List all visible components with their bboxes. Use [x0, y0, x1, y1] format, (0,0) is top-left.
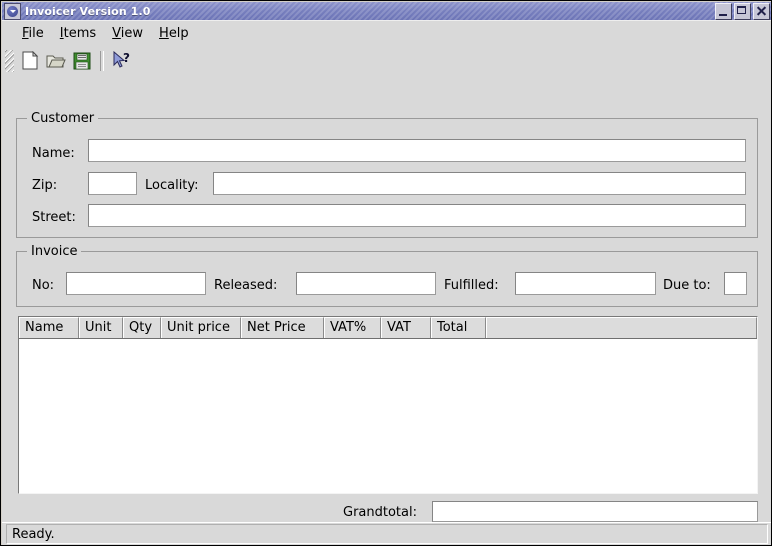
- grandtotal-label: Grandtotal:: [343, 505, 417, 520]
- menu-item-file[interactable]: File: [14, 24, 52, 43]
- column-header-vat[interactable]: VAT: [381, 317, 431, 338]
- toolbar-separator: [100, 50, 104, 71]
- window-controls: [715, 2, 770, 20]
- invoice-no-label: No:: [32, 278, 55, 293]
- column-header-name[interactable]: Name: [19, 317, 79, 338]
- menu-item-view[interactable]: View: [104, 24, 151, 43]
- save-icon: [73, 52, 91, 69]
- customer-group-title: Customer: [27, 111, 99, 126]
- client-area: File Items View Help ? Customer Name: Zi…: [2, 20, 771, 545]
- items-table-header: Name Unit Qty Unit price Net Price VAT% …: [19, 317, 757, 339]
- minimize-button[interactable]: [715, 2, 732, 20]
- invoice-fulfilled-input[interactable]: [515, 272, 656, 295]
- column-header-vat-percent[interactable]: VAT%: [324, 317, 381, 338]
- column-header-qty[interactable]: Qty: [123, 317, 161, 338]
- window-menu-button[interactable]: [4, 2, 21, 20]
- toolbar-drag-handle[interactable]: [5, 49, 14, 72]
- invoice-group-title: Invoice: [27, 244, 82, 259]
- status-bar-frame: [6, 524, 768, 544]
- whats-this-help-button[interactable]: ?: [109, 48, 135, 73]
- invoice-fulfilled-label: Fulfilled:: [444, 278, 499, 293]
- customer-name-input[interactable]: [88, 139, 746, 162]
- customer-name-label: Name:: [32, 146, 75, 161]
- status-message: Ready.: [12, 527, 55, 542]
- chevron-down-icon: [7, 5, 18, 17]
- title-bar[interactable]: Invoicer Version 1.0: [2, 2, 771, 20]
- customer-zip-input[interactable]: [88, 172, 137, 195]
- grandtotal-input[interactable]: [432, 501, 758, 522]
- window-title: Invoicer Version 1.0: [25, 4, 151, 18]
- close-button[interactable]: [753, 2, 770, 20]
- column-header-total[interactable]: Total: [431, 317, 486, 338]
- open-folder-icon: [46, 55, 66, 67]
- invoice-released-input[interactable]: [296, 272, 436, 295]
- maximize-button[interactable]: [734, 2, 751, 20]
- invoice-dueto-input[interactable]: [724, 272, 747, 295]
- invoice-dueto-label: Due to:: [663, 278, 711, 293]
- invoice-no-input[interactable]: [66, 272, 206, 295]
- tool-bar: ?: [2, 46, 771, 75]
- column-header-net-price[interactable]: Net Price: [241, 317, 324, 338]
- open-folder-button[interactable]: [43, 48, 69, 73]
- menu-bar: File Items View Help: [2, 21, 771, 46]
- svg-text:?: ?: [123, 51, 130, 65]
- save-button[interactable]: [69, 48, 95, 73]
- menu-item-help[interactable]: Help: [151, 24, 197, 43]
- column-header-filler: [486, 317, 757, 338]
- invoice-released-label: Released:: [214, 278, 278, 293]
- menu-item-items[interactable]: Items: [52, 24, 104, 43]
- whats-this-help-icon: ?: [113, 50, 130, 68]
- new-document-icon: [22, 51, 38, 70]
- customer-locality-label: Locality:: [145, 178, 199, 193]
- customer-locality-input[interactable]: [213, 172, 746, 195]
- customer-street-input[interactable]: [88, 204, 746, 227]
- customer-zip-label: Zip:: [32, 178, 58, 193]
- status-bar: Ready.: [2, 522, 771, 545]
- column-header-unit[interactable]: Unit: [79, 317, 123, 338]
- customer-street-label: Street:: [32, 210, 76, 225]
- column-header-unit-price[interactable]: Unit price: [161, 317, 241, 338]
- items-table-body[interactable]: [19, 339, 757, 493]
- items-table[interactable]: Name Unit Qty Unit price Net Price VAT% …: [18, 316, 758, 494]
- new-document-button[interactable]: [17, 48, 43, 73]
- application-window: Invoicer Version 1.0 File Items View Hel…: [0, 0, 772, 546]
